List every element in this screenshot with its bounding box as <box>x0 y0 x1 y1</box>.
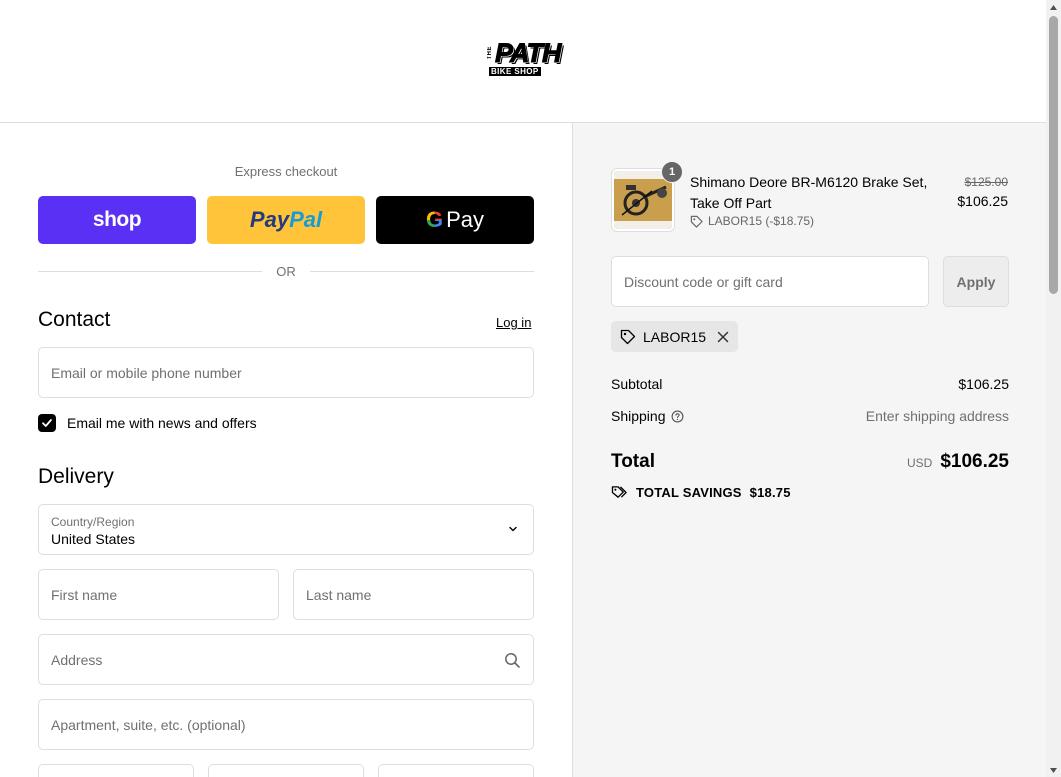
contact-title: Contact <box>38 308 111 331</box>
address-placeholder: Address <box>51 652 103 668</box>
shop-pay-label: shop <box>92 208 142 231</box>
logo-path: PATH <box>495 38 562 69</box>
divider-line-right <box>310 271 534 272</box>
delivery-title: Delivery <box>38 465 114 488</box>
savings-tag-icon <box>611 486 627 498</box>
page-scrollbar[interactable] <box>1046 0 1061 777</box>
or-divider: OR <box>38 263 534 279</box>
checkout-form: Express checkout shop Pay Pal G Pay OR Co… <box>0 123 572 777</box>
country-value: United States <box>51 531 136 547</box>
currency-code: USD <box>906 456 933 470</box>
subtotal-row: Subtotal $106.25 <box>611 376 1009 392</box>
total-label: Total <box>611 451 655 472</box>
last-name-placeholder: Last name <box>306 587 372 603</box>
shipping-row: Shipping Enter shipping address <box>611 408 1009 424</box>
close-icon[interactable] <box>717 331 729 343</box>
savings-value: $18.75 <box>749 485 791 500</box>
store-logo[interactable]: THE PATH BIKE SHOP <box>487 38 562 78</box>
product-original-price: $125.00 <box>964 175 1008 189</box>
shop-pay-button[interactable]: shop <box>38 196 196 244</box>
applied-discount-chip: LABOR15 <box>611 321 739 352</box>
product-price: $106.25 <box>957 193 1008 209</box>
order-summary: 1 Shimano Deore BR-M6120 Brake Set, Take… <box>572 123 1046 777</box>
header: THE PATH BIKE SHOP <box>0 0 1046 123</box>
shipping-label: Shipping <box>611 408 666 424</box>
logo-bike-shop: BIKE SHOP <box>489 67 541 76</box>
first-name-field[interactable]: First name <box>38 569 279 620</box>
quantity-badge: 1 <box>661 161 683 183</box>
apartment-placeholder: Apartment, suite, etc. (optional) <box>51 717 246 733</box>
email-placeholder: Email or mobile phone number <box>51 365 242 381</box>
scroll-down-arrow[interactable] <box>1046 763 1061 777</box>
news-offers-label: Email me with news and offers <box>67 415 257 431</box>
scroll-up-arrow[interactable] <box>1046 0 1061 14</box>
google-pay-button[interactable]: G Pay <box>376 196 534 244</box>
shipping-value: Enter shipping address <box>865 408 1009 424</box>
product-name: Shimano Deore BR-M6120 Brake Set, Take O… <box>690 174 928 211</box>
discount-placeholder: Discount code or gift card <box>624 274 783 290</box>
savings-label: TOTAL SAVINGS <box>636 485 742 500</box>
paypal-pal-text: Pal <box>289 207 323 232</box>
total-amount-group: USD $106.25 <box>907 451 1009 473</box>
city-field[interactable] <box>38 764 194 777</box>
paypal-button[interactable]: Pay Pal <box>207 196 365 244</box>
news-offers-checkbox[interactable] <box>38 414 56 432</box>
news-offers-row[interactable]: Email me with news and offers <box>38 413 257 433</box>
google-pay-label: Pay <box>446 207 485 232</box>
address-field[interactable]: Address <box>38 634 534 685</box>
subtotal-label: Subtotal <box>611 376 663 392</box>
total-row: Total USD $106.25 <box>611 451 1009 473</box>
product-discount: LABOR15 (-$18.75) <box>690 214 814 228</box>
arrow-up-icon <box>1050 4 1057 10</box>
total-amount: $106.25 <box>940 451 1009 472</box>
chevron-down-icon <box>509 526 517 532</box>
paypal-pay-text: Pay <box>249 207 290 232</box>
country-select[interactable]: Country/Region United States <box>38 504 534 555</box>
search-icon <box>505 653 520 668</box>
product-discount-text: LABOR15 (-$18.75) <box>708 214 815 228</box>
checkmark-icon <box>42 419 52 427</box>
state-field[interactable] <box>208 764 364 777</box>
logo-the: THE <box>487 46 493 60</box>
applied-code-text: LABOR15 <box>643 328 707 345</box>
tag-icon <box>690 215 703 228</box>
total-savings-row: TOTAL SAVINGS $18.75 <box>611 485 791 500</box>
tag-icon <box>620 329 636 344</box>
apply-discount-button[interactable]: Apply <box>943 256 1009 307</box>
email-field[interactable]: Email or mobile phone number <box>38 347 534 398</box>
apartment-field[interactable]: Apartment, suite, etc. (optional) <box>38 699 534 750</box>
product-thumbnail: 1 <box>611 161 683 232</box>
express-checkout-title: Express checkout <box>234 164 338 179</box>
country-label: Country/Region <box>51 515 135 529</box>
last-name-field[interactable]: Last name <box>293 569 534 620</box>
help-icon[interactable] <box>671 410 684 423</box>
discount-code-input[interactable]: Discount code or gift card <box>611 256 929 307</box>
first-name-placeholder: First name <box>51 587 118 603</box>
arrow-down-icon <box>1050 767 1057 773</box>
google-g-icon: G <box>425 207 444 232</box>
log-in-link[interactable]: Log in <box>496 315 531 330</box>
scrollbar-thumb[interactable] <box>1049 16 1058 294</box>
subtotal-value: $106.25 <box>958 376 1009 392</box>
zip-field[interactable] <box>378 764 534 777</box>
